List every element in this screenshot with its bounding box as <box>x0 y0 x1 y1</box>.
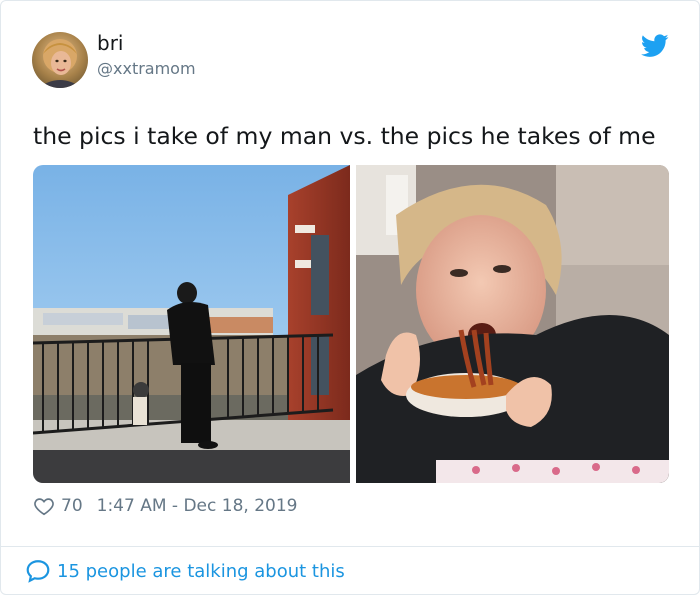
tweet-card: bri @xxtramom the pics i take of my man … <box>0 0 700 595</box>
tweet-text: the pics i take of my man vs. the pics h… <box>33 122 656 150</box>
user-handle[interactable]: @xxtramom <box>97 59 196 78</box>
photo-woman-eating[interactable] <box>356 165 669 483</box>
photo-man-balcony[interactable] <box>33 165 350 483</box>
display-name[interactable]: bri <box>97 31 123 55</box>
divider <box>1 546 699 547</box>
tweet-timestamp[interactable]: 1:47 AM - Dec 18, 2019 <box>97 496 298 516</box>
twitter-bird-icon[interactable] <box>641 34 669 58</box>
avatar[interactable] <box>32 32 88 88</box>
talking-label[interactable]: 15 people are talking about this <box>57 561 345 582</box>
heart-icon[interactable] <box>33 495 55 517</box>
tweet-meta: 70 1:47 AM - Dec 18, 2019 <box>33 495 297 517</box>
avatar-image <box>32 32 88 88</box>
speech-bubble-icon <box>26 560 50 583</box>
like-count[interactable]: 70 <box>61 496 83 516</box>
talking-link[interactable]: 15 people are talking about this <box>25 558 345 584</box>
media-grid <box>33 165 669 483</box>
